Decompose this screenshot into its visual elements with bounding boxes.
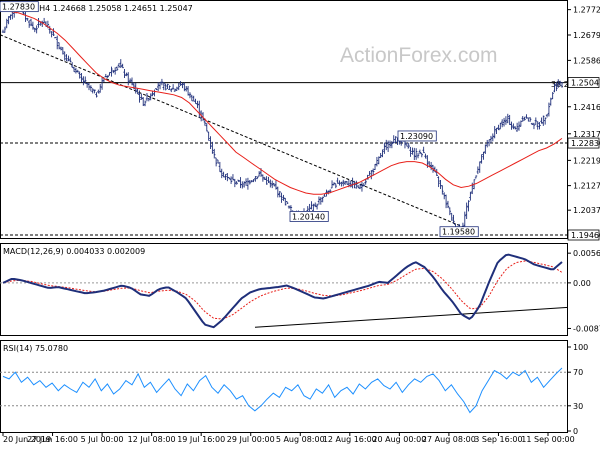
rsi-panel: RSI(14) 75.0780 10070300 bbox=[0, 340, 588, 436]
watermark: ActionForex.com bbox=[340, 44, 498, 67]
price-label-2: 1.20140 bbox=[292, 212, 325, 221]
price-tick-label-0: 1.27720 bbox=[573, 6, 600, 15]
price-tick-label-1: 1.26790 bbox=[573, 31, 600, 40]
price-panel-frame bbox=[0, 0, 568, 239]
price-tick-label-3: 1.24160 bbox=[573, 103, 600, 112]
price-label-0: 1.27830 bbox=[2, 3, 35, 12]
rsi-header: RSI(14) 75.0780 bbox=[3, 344, 68, 353]
macd-panel: MACD(12,26,9) 0.004033 0.002009 0.005694… bbox=[0, 243, 600, 336]
time-tick-label-4: 19 Jul 16:00 bbox=[177, 435, 225, 444]
price-tick-label-6: 1.21270 bbox=[573, 182, 600, 191]
macd-tick-label-0: 0.005694 bbox=[573, 249, 600, 258]
rsi-tick-label-2: 30 bbox=[573, 402, 583, 411]
time-tick-label-2: 5 Jul 00:00 bbox=[81, 435, 124, 444]
macd-tick-label-2: -0.008737 bbox=[573, 324, 600, 333]
rsi-axis: 10070300 bbox=[568, 343, 588, 436]
rsi-panel-frame bbox=[0, 340, 568, 433]
time-tick-label-7: 12 Aug 16:00 bbox=[323, 435, 377, 444]
time-tick-label-6: 5 Aug 08:00 bbox=[276, 435, 325, 444]
price-marker-label-2: 1.19460 bbox=[571, 231, 600, 240]
macd-axis: 0.005694 0.00 -0.008737 bbox=[568, 249, 600, 333]
macd-panel-frame bbox=[0, 243, 568, 336]
price-panel: ActionForex.com GBPUSD,H4 1.24668 1.2505… bbox=[0, 0, 600, 241]
price-tick-label-4: 1.23170 bbox=[573, 130, 600, 139]
rsi-tick-label-1: 70 bbox=[573, 368, 583, 377]
time-tick-label-3: 12 Jul 08:00 bbox=[128, 435, 176, 444]
price-label-3: 1.19580 bbox=[442, 228, 475, 237]
macd-tick-label-1: 0.00 bbox=[573, 279, 591, 288]
time-tick-label-5: 29 Jul 00:00 bbox=[227, 435, 275, 444]
time-tick-label-1: 27 Jun 16:00 bbox=[27, 435, 78, 444]
price-tick-label-7: 1.20370 bbox=[573, 206, 600, 215]
time-axis: 20 Jun 201927 Jun 16:00 5 Jul 00:00 12 Jul… bbox=[2, 432, 575, 444]
rsi-tick-label-0: 100 bbox=[573, 343, 588, 352]
time-tick-label-9: 27 Aug 08:00 bbox=[422, 435, 476, 444]
price-tick-label-2: 1.25860 bbox=[573, 56, 600, 65]
time-tick-label-11: 11 Sep 00:00 bbox=[521, 435, 574, 444]
time-tick-label-10: 3 Sep 16:00 bbox=[474, 435, 522, 444]
price-marker-label-1: 1.22830 bbox=[571, 139, 600, 148]
price-label-1: 1.23090 bbox=[400, 132, 433, 141]
forex-chart: ActionForex.com GBPUSD,H4 1.24668 1.2505… bbox=[0, 0, 600, 444]
time-tick-label-8: 20 Aug 00:00 bbox=[372, 435, 426, 444]
price-marker-label-0: 1.25047 bbox=[571, 79, 600, 88]
price-tick-label-5: 1.22195 bbox=[573, 156, 600, 165]
price-axis: 1.27720 1.26790 1.25860 1.24160 1.23170 1.221… bbox=[568, 6, 600, 215]
macd-header: MACD(12,26,9) 0.004033 0.002009 bbox=[3, 247, 145, 256]
